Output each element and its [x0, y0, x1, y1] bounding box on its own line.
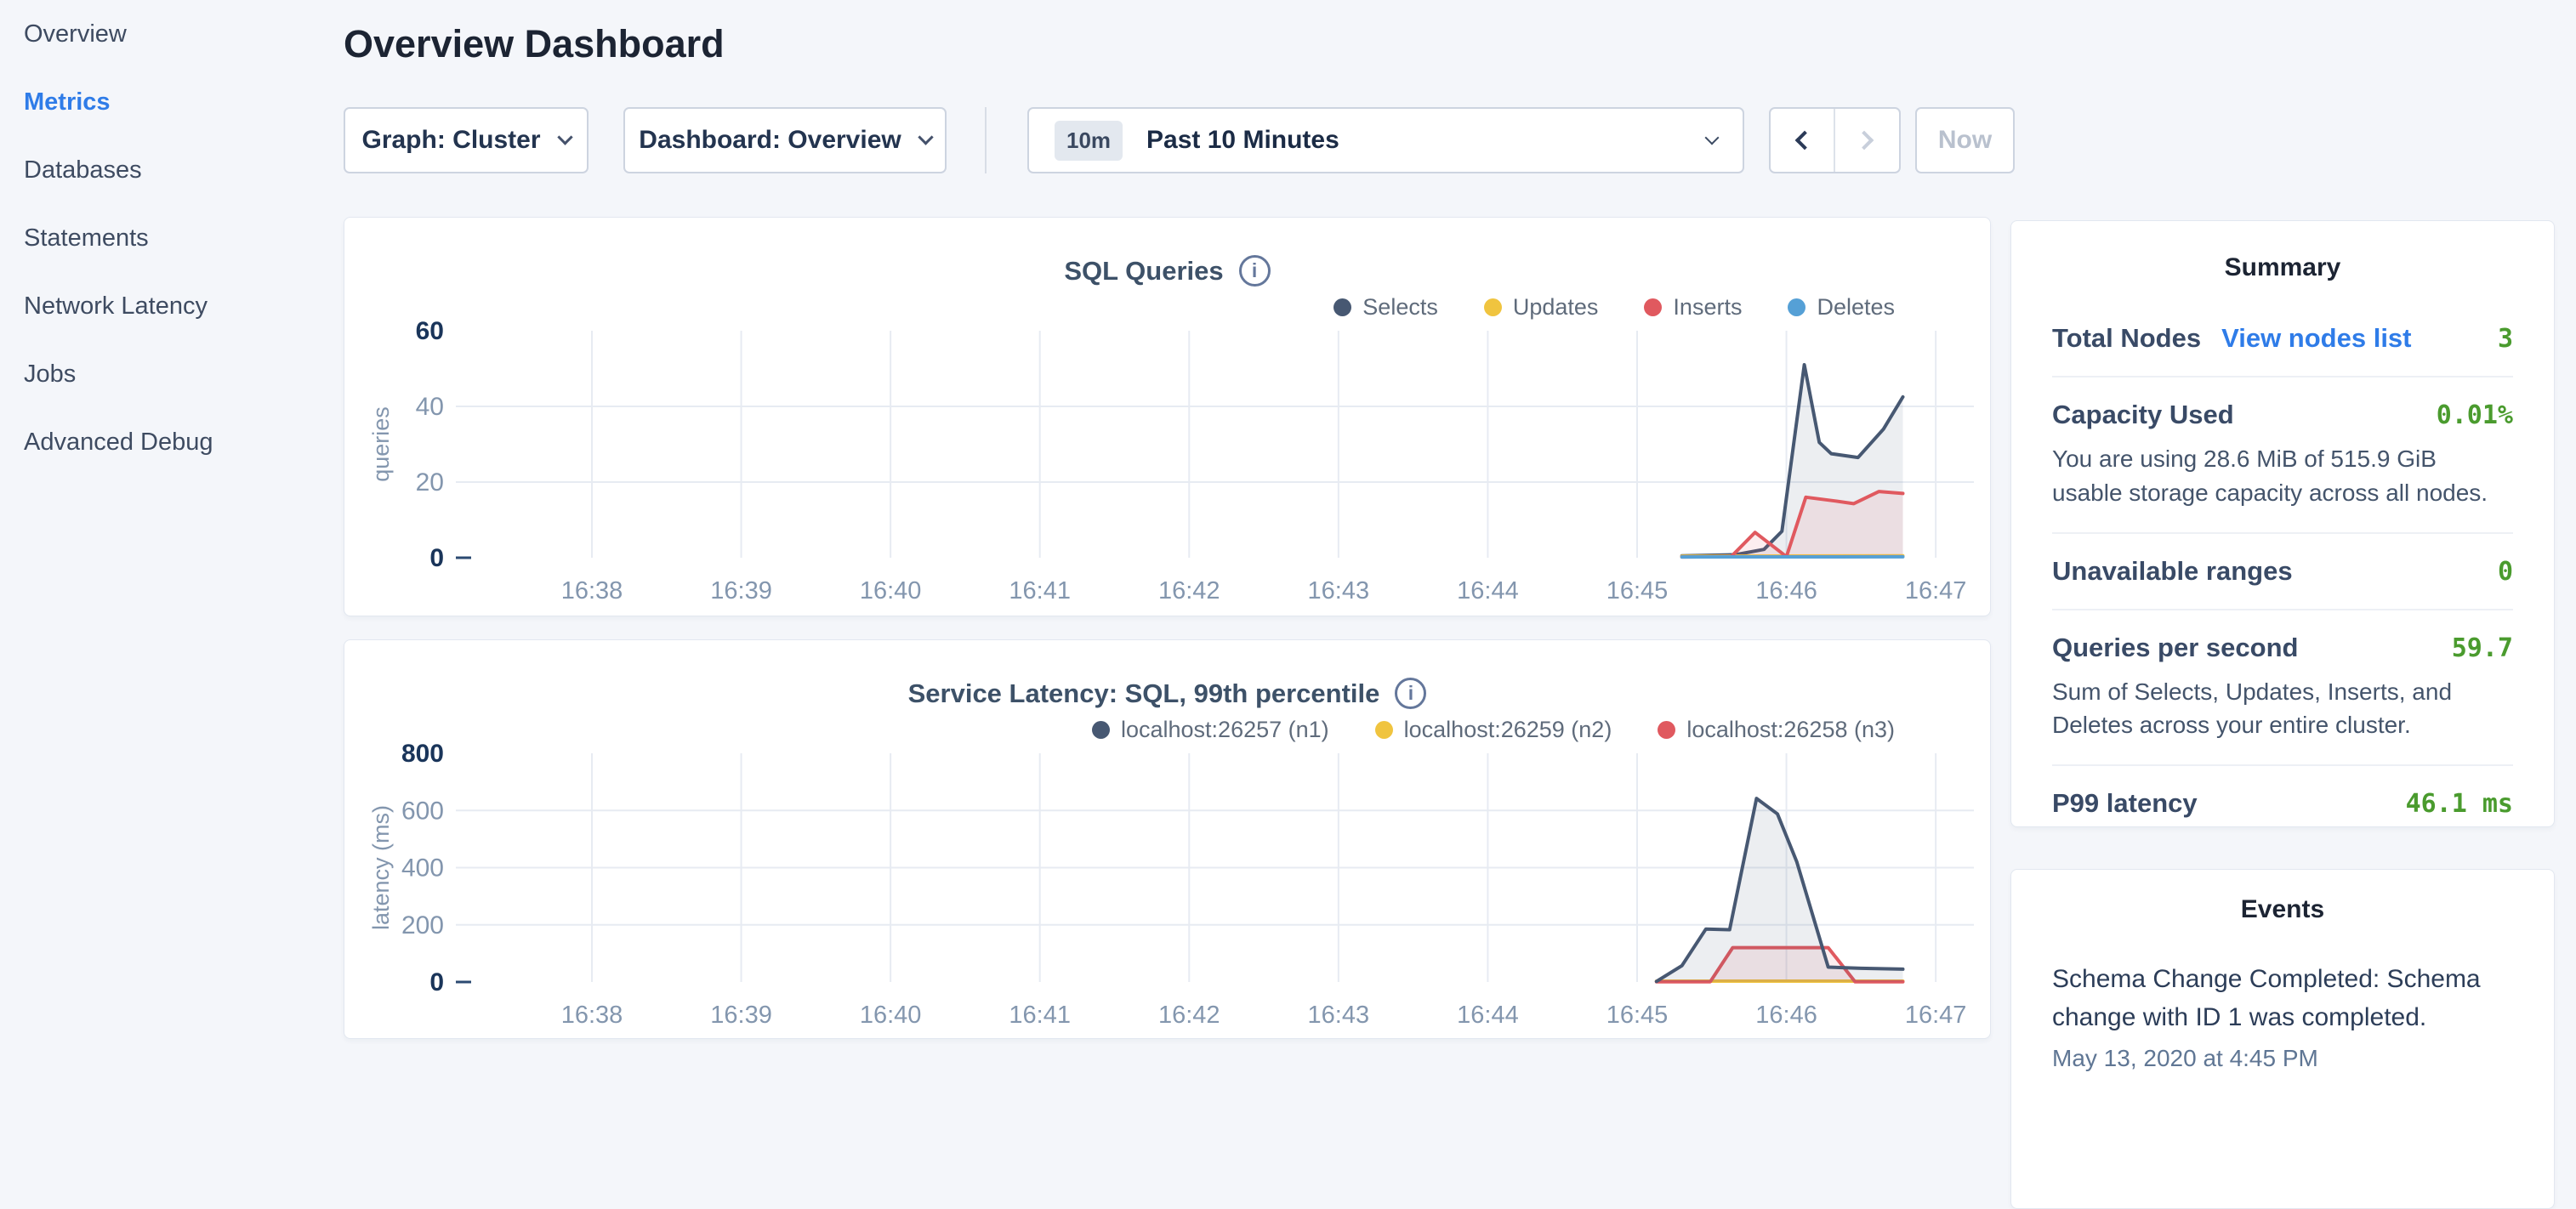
svg-text:16:46: 16:46: [1755, 577, 1817, 604]
sidebar-item-advanced-debug[interactable]: Advanced Debug: [0, 408, 333, 476]
graph-dropdown-label: Graph: Cluster: [361, 126, 540, 155]
now-button[interactable]: Now: [1915, 107, 2015, 173]
summary-row-capacity: Capacity Used 0.01% You are using 28.6 M…: [2052, 400, 2513, 510]
summary-title: Summary: [2052, 253, 2513, 282]
page-title: Overview Dashboard: [344, 22, 725, 66]
qps-description: Sum of Selects, Updates, Inserts, and De…: [2052, 675, 2513, 743]
chevron-left-icon: [1794, 131, 1814, 150]
chevron-down-icon: [557, 129, 572, 145]
divider: [2052, 532, 2513, 534]
event-text: Schema Change Completed: Schema change w…: [2052, 960, 2482, 1036]
summary-panel: Summary Total Nodes View nodes list 3 Ca…: [2010, 220, 2555, 827]
dashboard-dropdown[interactable]: Dashboard: Overview: [623, 107, 947, 173]
time-range-selector[interactable]: 10m Past 10 Minutes: [1027, 107, 1744, 173]
svg-text:16:41: 16:41: [1009, 577, 1071, 604]
dashboard-dropdown-label: Dashboard: Overview: [639, 126, 901, 155]
qps-value: 59.7: [2452, 633, 2513, 663]
total-nodes-value: 3: [2498, 324, 2513, 354]
total-nodes-label: Total Nodes: [2052, 323, 2201, 354]
time-step-forward-button[interactable]: [1835, 109, 1900, 172]
svg-text:16:47: 16:47: [1905, 577, 1967, 604]
p99-latency-label: P99 latency: [2052, 788, 2198, 819]
svg-text:16:39: 16:39: [710, 1002, 772, 1029]
svg-text:16:42: 16:42: [1158, 1002, 1220, 1029]
svg-text:16:43: 16:43: [1308, 577, 1370, 604]
sidebar: Overview Metrics Databases Statements Ne…: [0, 0, 333, 1051]
sidebar-item-network-latency[interactable]: Network Latency: [0, 272, 333, 340]
svg-text:400: 400: [401, 854, 444, 883]
time-range-badge: 10m: [1055, 121, 1123, 161]
capacity-used-label: Capacity Used: [2052, 400, 2234, 430]
sidebar-item-jobs[interactable]: Jobs: [0, 340, 333, 408]
capacity-used-value: 0.01%: [2437, 400, 2513, 430]
svg-text:16:44: 16:44: [1457, 577, 1519, 604]
unavailable-ranges-value: 0: [2498, 557, 2513, 587]
sidebar-item-overview[interactable]: Overview: [0, 0, 333, 68]
time-step-buttons: [1769, 107, 1901, 173]
sql-queries-chart-card: SQL Queries i SelectsUpdatesInsertsDelet…: [344, 217, 1991, 616]
svg-text:40: 40: [416, 393, 444, 421]
divider: [2052, 764, 2513, 766]
svg-text:60: 60: [416, 317, 444, 345]
time-range-label: Past 10 Minutes: [1146, 126, 1339, 155]
svg-text:800: 800: [401, 740, 444, 768]
summary-row-p99: P99 latency 46.1 ms: [2052, 788, 2513, 819]
svg-text:16:46: 16:46: [1755, 1002, 1817, 1029]
p99-latency-value: 46.1 ms: [2406, 789, 2513, 819]
svg-text:16:43: 16:43: [1308, 1002, 1370, 1029]
svg-text:16:45: 16:45: [1606, 577, 1669, 604]
svg-text:600: 600: [401, 797, 444, 825]
svg-text:16:40: 16:40: [860, 577, 922, 604]
svg-text:0: 0: [429, 544, 444, 572]
service-latency-chart-card: Service Latency: SQL, 99th percentile i …: [344, 639, 1991, 1039]
svg-text:16:41: 16:41: [1009, 1002, 1071, 1029]
view-nodes-list-link[interactable]: View nodes list: [2221, 323, 2411, 354]
event-list-item[interactable]: Schema Change Completed: Schema change w…: [2052, 960, 2513, 1072]
sidebar-item-databases[interactable]: Databases: [0, 136, 333, 204]
svg-text:16:44: 16:44: [1457, 1002, 1519, 1029]
svg-text:latency (ms): latency (ms): [368, 805, 394, 930]
sidebar-item-statements[interactable]: Statements: [0, 204, 333, 272]
service-latency-plot: 16:38 16:39 16:40 16:41 16:42 16:43 16:44 16:45…: [344, 640, 1992, 1040]
summary-row-qps: Queries per second 59.7 Sum of Selects, …: [2052, 633, 2513, 743]
svg-text:16:47: 16:47: [1905, 1002, 1967, 1029]
summary-row-total-nodes: Total Nodes View nodes list 3: [2052, 323, 2513, 354]
event-timestamp: May 13, 2020 at 4:45 PM: [2052, 1045, 2513, 1072]
time-step-back-button[interactable]: [1771, 109, 1835, 172]
sidebar-item-metrics[interactable]: Metrics: [0, 68, 333, 136]
chevron-right-icon: [1855, 131, 1874, 150]
svg-text:16:42: 16:42: [1158, 577, 1220, 604]
unavailable-ranges-label: Unavailable ranges: [2052, 556, 2293, 587]
summary-row-unavailable-ranges: Unavailable ranges 0: [2052, 556, 2513, 587]
events-panel: Events Schema Change Completed: Schema c…: [2010, 869, 2555, 1209]
events-title: Events: [2052, 895, 2513, 924]
svg-text:16:39: 16:39: [710, 577, 772, 604]
svg-text:200: 200: [401, 911, 444, 939]
capacity-used-description: You are using 28.6 MiB of 515.9 GiB usab…: [2052, 442, 2513, 510]
svg-text:16:38: 16:38: [561, 1002, 623, 1029]
graph-dropdown[interactable]: Graph: Cluster: [344, 107, 589, 173]
svg-text:0: 0: [429, 968, 444, 996]
chevron-down-icon: [1705, 131, 1720, 145]
svg-text:queries: queries: [368, 406, 394, 482]
svg-text:16:45: 16:45: [1606, 1002, 1669, 1029]
svg-text:20: 20: [416, 468, 444, 497]
divider: [2052, 609, 2513, 610]
sql-queries-plot: 16:38 16:39 16:40 16:41 16:42 16:43 16:44 16:45…: [344, 218, 1992, 617]
divider: [2052, 376, 2513, 377]
chevron-down-icon: [918, 129, 933, 145]
svg-text:16:40: 16:40: [860, 1002, 922, 1029]
qps-label: Queries per second: [2052, 633, 2298, 663]
svg-text:16:38: 16:38: [561, 577, 623, 604]
toolbar-divider: [985, 107, 987, 173]
